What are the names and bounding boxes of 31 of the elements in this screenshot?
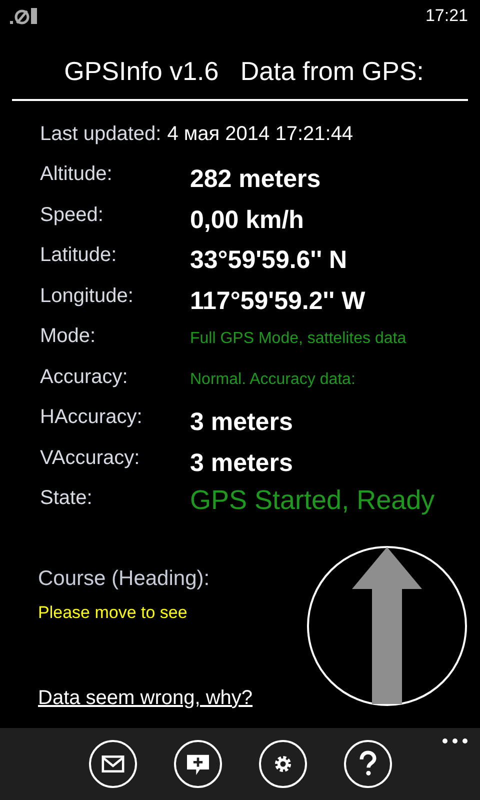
more-icon[interactable] [442, 738, 468, 744]
reading-value: 117°59'59.2'' W [190, 286, 366, 316]
comment-button[interactable] [174, 740, 222, 788]
course-label: Course (Heading): [38, 566, 210, 590]
clock-time: 17:21 [425, 6, 468, 26]
field-label: Mode: [40, 325, 96, 348]
page-title: GPSInfo v1.6 Data from GPS: [63, 56, 425, 87]
reading-value: 3 meters [190, 448, 293, 478]
field-label: Altitude: [40, 163, 112, 186]
reading-value: 3 meters [190, 408, 293, 437]
field-label: VAccuracy: [40, 446, 140, 470]
field-label: Latitude: [40, 244, 117, 267]
reading-value: 282 meters [190, 165, 321, 194]
field-label: HAccuracy: [40, 406, 142, 429]
status-note: Full GPS Mode, sattelites data [190, 330, 406, 348]
timestamp-value: 4 мая 2014 17:21:44 [167, 123, 354, 146]
reading-value: 0,00 km/h [190, 206, 304, 234]
field-label: Longitude: [40, 284, 134, 308]
field-label: Speed: [40, 204, 104, 226]
signal-off-icon [10, 6, 40, 26]
status-note: Normal. Accuracy data: [190, 370, 356, 388]
field-label: State: [40, 487, 92, 510]
field-label: Last updated: [40, 123, 162, 146]
field-label: Accuracy: [40, 366, 128, 388]
help-button[interactable] [344, 740, 392, 788]
course-hint: Please move to see [38, 602, 188, 622]
reading-value: 33°59'59.6'' N [190, 246, 348, 275]
mail-button[interactable] [88, 740, 136, 788]
settings-button[interactable] [258, 740, 306, 788]
help-link[interactable]: Data seem wrong, why? [38, 687, 253, 710]
gps-state-value: GPS Started, Ready [190, 485, 435, 516]
